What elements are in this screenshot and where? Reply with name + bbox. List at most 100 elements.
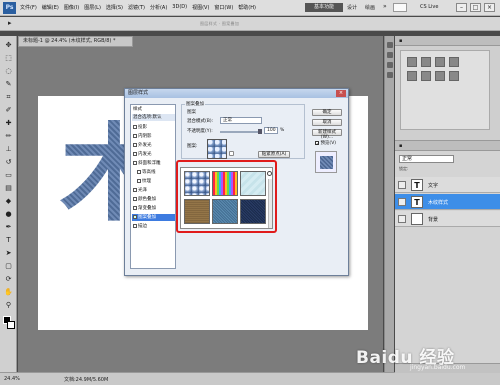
adjust-vibrance-icon[interactable] [407, 71, 417, 81]
character-panel-icon[interactable] [387, 62, 393, 68]
brush-tool-icon[interactable]: ✏ [3, 131, 14, 142]
shape-tool-icon[interactable]: ▢ [3, 261, 14, 272]
clone-stamp-icon[interactable]: ⊥ [3, 144, 14, 155]
document-tab[interactable]: 未标题-1 @ 24.4% (木纹样式, RGB/8) * [18, 36, 133, 47]
checkbox-icon[interactable] [133, 205, 137, 210]
checkbox-icon[interactable] [133, 196, 137, 201]
preview-checkbox[interactable]: ✓ 预览(V) [315, 140, 336, 146]
eraser-icon[interactable]: ▭ [3, 170, 14, 181]
move-tool-icon[interactable]: ▸ [8, 19, 12, 27]
zoom-tool-icon[interactable]: ⚲ [3, 300, 14, 311]
ok-button[interactable]: 确定 [312, 109, 342, 116]
more-workspaces-icon[interactable]: » [383, 3, 387, 10]
blend-mode-select[interactable]: 正常 [220, 117, 262, 124]
close-window-icon[interactable]: × [484, 3, 495, 12]
checkbox-icon[interactable] [137, 169, 141, 174]
style-item[interactable]: 内阴影 [132, 133, 175, 140]
search-field[interactable] [393, 3, 407, 12]
checkbox-icon[interactable] [133, 214, 137, 219]
adjust-exposure-icon[interactable] [449, 57, 459, 67]
layer-row-text[interactable]: T 文字 [395, 177, 500, 193]
layer-row-background[interactable]: 背景 [395, 211, 500, 227]
healing-brush-icon[interactable]: ✚ [3, 118, 14, 129]
eyedropper-icon[interactable]: ✐ [3, 105, 14, 116]
minimize-icon[interactable]: – [456, 3, 467, 12]
checkbox-icon[interactable] [133, 133, 137, 138]
quick-select-icon[interactable]: ✎ [3, 79, 14, 90]
crop-tool-icon[interactable]: ⌗ [3, 92, 14, 103]
style-item[interactable]: 描边 [132, 223, 175, 230]
menu-view[interactable]: 视图(V) [192, 4, 209, 11]
menu-window[interactable]: 窗口(W) [214, 4, 233, 11]
eye-icon[interactable] [398, 198, 406, 206]
adjust-levels-icon[interactable] [421, 57, 431, 67]
adjust-hue-icon[interactable] [421, 71, 431, 81]
pen-tool-icon[interactable]: ✒ [3, 222, 14, 233]
checkbox-icon[interactable] [133, 151, 137, 156]
workspace-basic-button[interactable]: 基本功能 [305, 3, 343, 12]
style-item[interactable]: 颜色叠加 [132, 196, 175, 203]
menu-help[interactable]: 帮助(H) [238, 4, 256, 11]
eye-icon[interactable] [398, 181, 406, 189]
menu-image[interactable]: 图像(I) [64, 4, 79, 11]
menu-3d[interactable]: 3D(D) [172, 4, 187, 11]
style-item[interactable]: 内发光 [132, 151, 175, 158]
style-item[interactable]: 等高线 [132, 169, 175, 176]
checkbox-icon[interactable] [133, 142, 137, 147]
blur-tool-icon[interactable]: ◆ [3, 196, 14, 207]
new-style-button[interactable]: 新建样式(W)... [312, 129, 342, 140]
layer-name[interactable]: 木纹样式 [428, 199, 448, 206]
style-item[interactable]: 斜面和浮雕 [132, 160, 175, 167]
maximize-icon[interactable]: □ [470, 3, 481, 12]
menu-select[interactable]: 选择(S) [106, 4, 123, 11]
marquee-tool-icon[interactable]: ⬚ [3, 53, 14, 64]
layer-name[interactable]: 文字 [428, 182, 438, 189]
checkbox-icon[interactable]: ✓ [315, 140, 319, 145]
snap-to-origin-button[interactable]: 贴紧原点(A) [258, 151, 290, 158]
styles-header[interactable]: 样式 [132, 106, 175, 113]
layer-blend-mode-select[interactable]: 正常 [399, 155, 454, 163]
lasso-tool-icon[interactable]: ◌ [3, 66, 14, 77]
checkbox-icon[interactable] [133, 187, 137, 192]
style-item[interactable]: 光泽 [132, 187, 175, 194]
hand-tool-icon[interactable]: ✋ [3, 287, 14, 298]
3d-rotate-icon[interactable]: ⟳ [3, 274, 14, 285]
opacity-slider[interactable] [220, 131, 260, 133]
menu-filter[interactable]: 滤镜(T) [128, 4, 145, 11]
blend-options-item[interactable]: 混合选项:默认 [132, 114, 175, 121]
tab-layers[interactable]: ▪ [399, 143, 402, 149]
opacity-input[interactable]: 100 [264, 127, 278, 134]
history-panel-icon[interactable] [387, 42, 393, 48]
actions-panel-icon[interactable] [387, 52, 393, 58]
checkbox-icon[interactable] [133, 124, 137, 129]
opacity-slider-handle[interactable] [258, 129, 262, 134]
adjust-brightness-icon[interactable] [407, 57, 417, 67]
menu-file[interactable]: 文件(F) [20, 4, 37, 11]
adjust-balance-icon[interactable] [435, 71, 445, 81]
adjust-curves-icon[interactable] [435, 57, 445, 67]
style-item[interactable]: 投影 [132, 124, 175, 131]
move-tool-icon[interactable]: ✥ [3, 40, 14, 51]
history-brush-icon[interactable]: ↺ [3, 157, 14, 168]
paragraph-panel-icon[interactable] [387, 72, 393, 78]
layer-name[interactable]: 背景 [428, 216, 438, 223]
type-tool-icon[interactable]: T [3, 235, 14, 246]
panel-tab[interactable]: ▪ [399, 38, 402, 44]
path-select-icon[interactable]: ➤ [3, 248, 14, 259]
style-item[interactable]: 纹理 [132, 178, 175, 185]
background-color-swatch[interactable] [7, 321, 15, 329]
dodge-tool-icon[interactable]: ● [3, 209, 14, 220]
gradient-tool-icon[interactable]: ▤ [3, 183, 14, 194]
workspace-painting-button[interactable]: 绘画 [365, 4, 375, 11]
workspace-design-button[interactable]: 设计 [347, 4, 357, 11]
cancel-button[interactable]: 取消 [312, 119, 342, 126]
zoom-level[interactable]: 24.4% [4, 376, 20, 382]
cs-live-button[interactable]: CS Live [420, 4, 438, 10]
pattern-swatch-button[interactable] [207, 139, 227, 159]
checkbox-icon[interactable] [133, 223, 137, 228]
style-item[interactable]: 外发光 [132, 142, 175, 149]
style-item[interactable]: 渐变叠加 [132, 205, 175, 212]
adjust-bw-icon[interactable] [449, 71, 459, 81]
dialog-title[interactable]: 图层样式 [125, 89, 348, 98]
style-item[interactable]: 图案叠加 [132, 214, 175, 221]
